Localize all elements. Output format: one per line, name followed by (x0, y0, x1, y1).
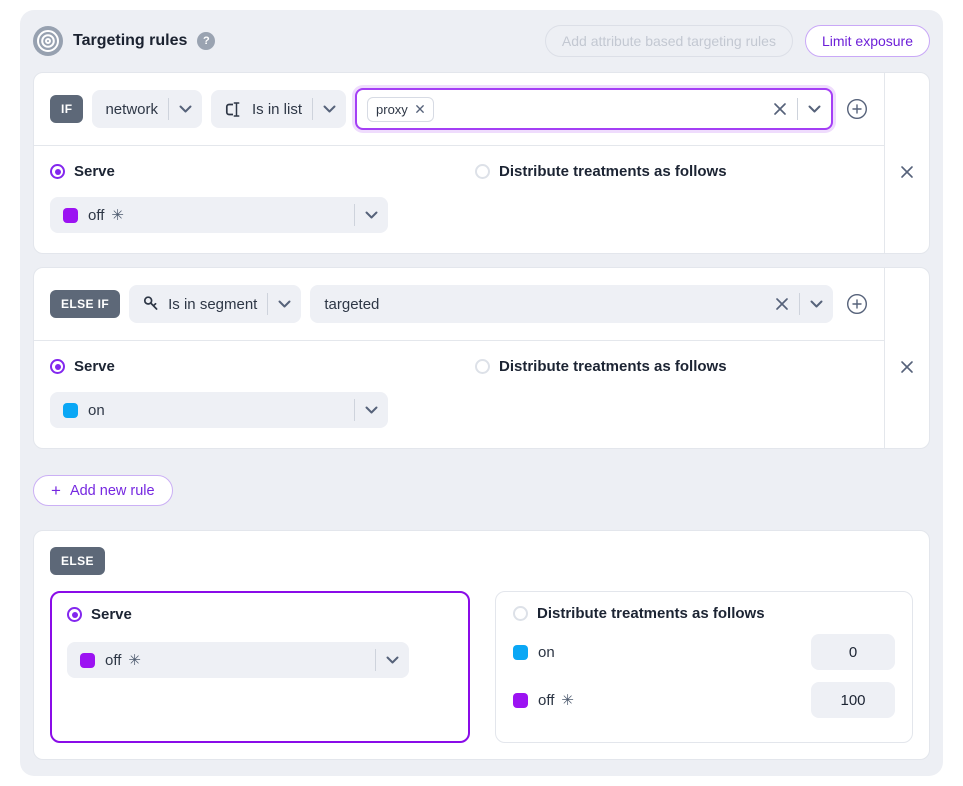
treatment-dropdown[interactable]: off ✳ (50, 197, 388, 233)
value-chip: proxy (367, 97, 434, 122)
serve-option[interactable]: Serve (67, 606, 453, 623)
else-serve-panel[interactable]: Serve off ✳ (50, 591, 470, 743)
value-chip-label: proxy (376, 102, 408, 117)
condition-row: ELSE IF Is in segment (34, 268, 884, 341)
help-icon[interactable]: ? (197, 32, 215, 50)
distribute-option[interactable]: Distribute treatments as follows (475, 358, 727, 375)
target-icon (33, 26, 63, 56)
radio-unselected-icon[interactable] (513, 606, 528, 621)
add-attribute-rules-button: Add attribute based targeting rules (545, 25, 793, 57)
radio-unselected-icon[interactable] (475, 164, 490, 179)
percent-input[interactable] (811, 682, 895, 718)
chevron-down-icon (365, 211, 378, 219)
panel-header: Targeting rules ? Add attribute based ta… (33, 10, 930, 72)
treatment-color-swatch (513, 645, 528, 660)
else-rule-card: ELSE Serve off ✳ (33, 530, 930, 760)
condition-row: IF network Is in list (34, 73, 884, 146)
treatment-name: off (538, 692, 554, 709)
distribution-row: off ✳ (513, 682, 895, 718)
serve-option[interactable]: Serve (50, 358, 475, 375)
chevron-down-icon (386, 656, 399, 664)
distribute-option[interactable]: Distribute treatments as follows (475, 163, 727, 180)
chip-remove-icon[interactable] (415, 104, 425, 114)
treatment-color-swatch (80, 653, 95, 668)
default-treatment-icon: ✳ (111, 206, 124, 224)
targeting-rules-panel: Targeting rules ? Add attribute based ta… (20, 10, 943, 776)
percent-input[interactable] (811, 634, 895, 670)
rule-card-if: IF network Is in list (33, 72, 930, 254)
chevron-down-icon (365, 406, 378, 414)
delete-rule-button[interactable] (900, 285, 914, 448)
page-title: Targeting rules (73, 32, 187, 50)
radio-selected-icon[interactable] (50, 164, 65, 179)
rule-keyword-badge: ELSE (50, 547, 105, 575)
matcher-dropdown[interactable]: Is in list (211, 90, 346, 128)
delete-rule-button[interactable] (900, 90, 914, 253)
chevron-down-icon[interactable] (810, 300, 823, 308)
serve-section: Serve Distribute treatments as follows o… (34, 341, 884, 448)
distribute-option[interactable]: Distribute treatments as follows (513, 605, 895, 622)
treatment-color-swatch (63, 403, 78, 418)
matcher-dropdown-value: Is in segment (168, 296, 257, 313)
plus-icon: + (51, 482, 61, 499)
treatment-name: on (538, 644, 555, 661)
rule-side-column (884, 268, 929, 448)
chevron-down-icon (323, 105, 336, 113)
segment-select-input[interactable] (310, 285, 833, 323)
treatment-color-swatch (63, 208, 78, 223)
default-treatment-icon: ✳ (128, 651, 141, 669)
else-distribute-panel[interactable]: Distribute treatments as follows on off … (495, 591, 913, 743)
matcher-dropdown[interactable]: Is in segment (129, 285, 301, 323)
clear-input-icon[interactable] (773, 102, 787, 116)
serve-option[interactable]: Serve (50, 163, 475, 180)
chevron-down-icon (179, 105, 192, 113)
treatment-name: on (88, 402, 105, 419)
attribute-dropdown[interactable]: network (92, 90, 202, 128)
chevron-down-icon[interactable] (808, 105, 821, 113)
radio-selected-icon[interactable] (67, 607, 82, 622)
rule-keyword-badge: ELSE IF (50, 290, 120, 318)
rule-keyword-badge: IF (50, 95, 83, 123)
matcher-dropdown-value: Is in list (252, 101, 302, 118)
treatment-color-swatch (513, 693, 528, 708)
string-type-icon (224, 101, 244, 118)
rule-card-else-if: ELSE IF Is in segment (33, 267, 930, 449)
treatment-name: off (105, 652, 121, 669)
radio-selected-icon[interactable] (50, 359, 65, 374)
distribution-row: on (513, 634, 895, 670)
limit-exposure-button[interactable]: Limit exposure (805, 25, 930, 57)
chevron-down-icon (278, 300, 291, 308)
default-treatment-icon: ✳ (561, 691, 574, 709)
treatment-dropdown[interactable]: on (50, 392, 388, 428)
radio-unselected-icon[interactable] (475, 359, 490, 374)
attribute-dropdown-value: network (105, 101, 158, 118)
treatment-name: off (88, 207, 104, 224)
treatment-dropdown[interactable]: off ✳ (67, 642, 409, 678)
segment-icon (142, 295, 160, 313)
rule-side-column (884, 73, 929, 253)
serve-section: Serve Distribute treatments as follows o… (34, 146, 884, 253)
values-multiselect-input[interactable]: proxy (355, 88, 833, 130)
clear-input-icon[interactable] (775, 297, 789, 311)
add-new-rule-button[interactable]: + Add new rule (33, 475, 173, 506)
add-condition-button[interactable] (846, 98, 868, 120)
segment-value-field[interactable] (324, 296, 775, 313)
add-condition-button[interactable] (846, 293, 868, 315)
